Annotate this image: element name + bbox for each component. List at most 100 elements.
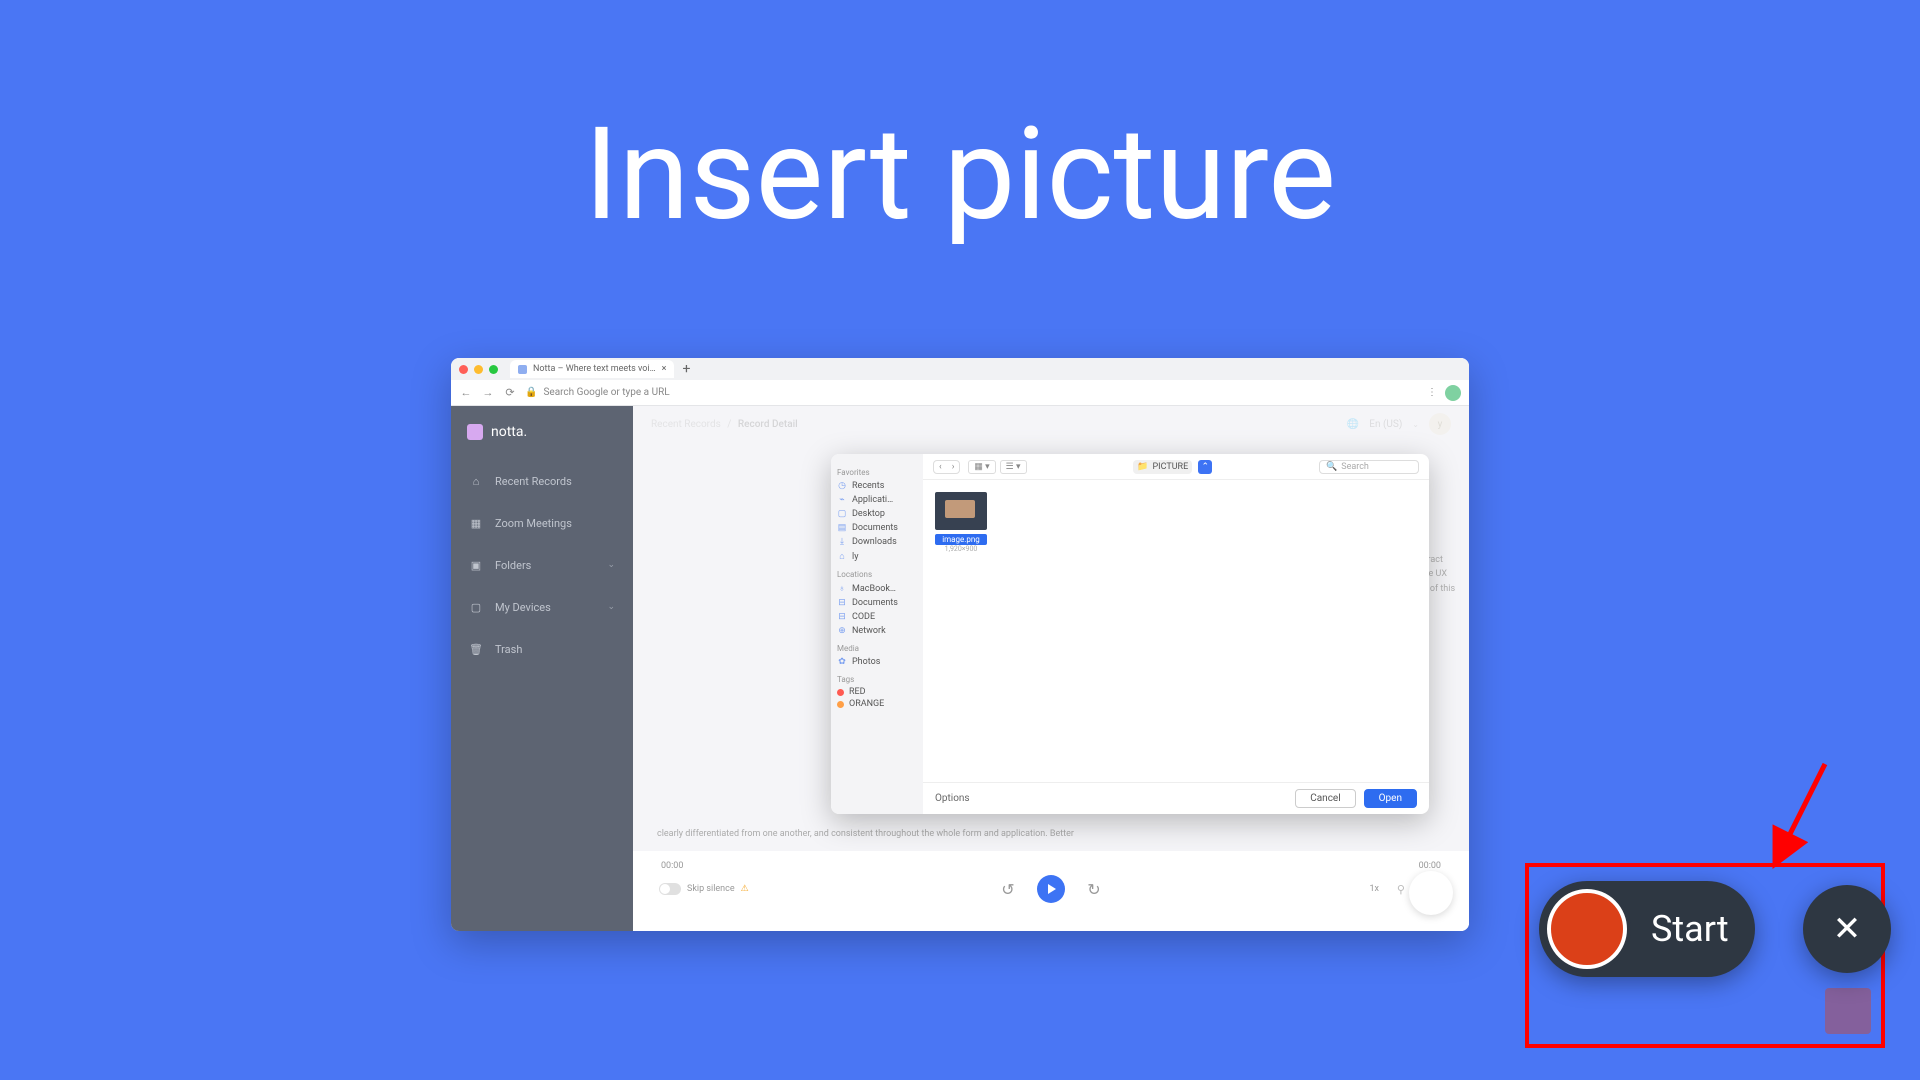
view-groups-button[interactable]: ☰ ▾ (1000, 460, 1027, 474)
close-icon: ✕ (1833, 909, 1862, 949)
content-area: Recent Records / Record Detail 🌐 En (US)… (633, 406, 1469, 931)
search-icon: 🔍 (1326, 462, 1337, 472)
sidebar-section-tags: Tags (837, 675, 917, 684)
maximize-window-icon[interactable] (489, 365, 498, 374)
folder-breadcrumb[interactable]: 📁PICTURE (1133, 460, 1192, 474)
extensions-icon[interactable]: ⋮ (1427, 387, 1437, 398)
fav-ly[interactable]: ⌂ly (837, 549, 917, 564)
trash-icon: 🗑 (469, 642, 483, 656)
nav-back-button[interactable]: ← (459, 386, 473, 399)
loc-documents[interactable]: ⊟Documents (837, 596, 917, 610)
chevron-down-icon: ⌄ (607, 560, 615, 570)
folder-icon: 📁 (1137, 462, 1148, 472)
url-input[interactable]: 🔒 Search Google or type a URL (525, 387, 1419, 398)
annotation-arrow (1771, 760, 1835, 860)
sidebar-item-devices[interactable]: ▢My Devices⌄ (451, 586, 633, 628)
fav-recents[interactable]: ◷Recents (837, 479, 917, 493)
open-button[interactable]: Open (1364, 789, 1417, 808)
reload-button[interactable]: ⟳ (503, 386, 517, 399)
minimize-window-icon[interactable] (474, 365, 483, 374)
device-icon: ▢ (469, 600, 483, 614)
media-photos[interactable]: ✿Photos (837, 655, 917, 669)
picker-footer: Options Cancel Open (923, 782, 1429, 814)
folder-menu-button[interactable]: ⌃ (1198, 460, 1212, 474)
options-button[interactable]: Options (935, 793, 970, 804)
disk-icon: ⊟ (837, 598, 847, 608)
toggle-icon[interactable] (659, 883, 681, 895)
favicon-icon (518, 365, 527, 374)
lock-icon: 🔒 (525, 387, 537, 398)
documents-icon: ▤ (837, 523, 847, 533)
warning-icon: ⚠ (741, 884, 749, 894)
fav-desktop[interactable]: ▢Desktop (837, 507, 917, 521)
brand-icon (467, 424, 483, 440)
playback-rate[interactable]: 1x (1369, 884, 1379, 894)
picker-nav[interactable]: ‹› (933, 460, 960, 474)
close-window-icon[interactable] (459, 365, 468, 374)
chevron-down-icon: ⌄ (607, 602, 615, 612)
tag-red[interactable]: RED (837, 686, 917, 698)
file-item[interactable]: image.png 1,920×900 (935, 492, 987, 553)
loc-macbook[interactable]: ♁MacBook… (837, 581, 917, 596)
tab-close-icon[interactable]: × (662, 364, 667, 374)
profile-avatar[interactable] (1445, 385, 1461, 401)
tag-orange[interactable]: ORANGE (837, 698, 917, 710)
brand-text: notta. (491, 424, 527, 440)
play-button[interactable] (1037, 875, 1065, 903)
picker-file-area[interactable]: image.png 1,920×900 (923, 480, 1429, 782)
fav-documents[interactable]: ▤Documents (837, 521, 917, 535)
record-icon[interactable] (1547, 889, 1627, 969)
page-title: Insert picture (0, 100, 1920, 250)
sidebar-section-favorites: Favorites (837, 468, 917, 477)
start-label: Start (1651, 908, 1747, 950)
sidebar-item-trash[interactable]: 🗑Trash (451, 628, 633, 670)
photos-icon: ✿ (837, 657, 847, 667)
recorder-tray-icon[interactable] (1815, 978, 1881, 1044)
laptop-icon: ♁ (837, 583, 847, 594)
loc-code[interactable]: ⊟CODE (837, 610, 917, 624)
cancel-button[interactable]: Cancel (1295, 789, 1355, 808)
desktop-icon: ▢ (837, 509, 847, 519)
sidebar-section-media: Media (837, 644, 917, 653)
nav-forward-button[interactable]: → (481, 386, 495, 399)
file-name: image.png (935, 534, 987, 545)
rewind-button[interactable]: ↺ (999, 880, 1017, 898)
clock-icon: ◷ (837, 481, 847, 491)
network-icon: ⊕ (837, 626, 847, 636)
tab-title: Notta – Where text meets voi… (533, 364, 656, 374)
sidebar-section-locations: Locations (837, 570, 917, 579)
nav-back-icon[interactable]: ‹ (934, 461, 947, 473)
marker-icon[interactable]: ⚲ (1397, 883, 1405, 896)
nav-forward-icon[interactable]: › (947, 461, 960, 473)
picker-sidebar: Favorites ◷Recents ⌁Applicati… ▢Desktop … (831, 454, 923, 814)
new-tab-button[interactable]: + (674, 361, 698, 377)
fav-applications[interactable]: ⌁Applicati… (837, 493, 917, 507)
browser-tab[interactable]: Notta – Where text meets voi… × (510, 360, 674, 378)
loc-network[interactable]: ⊕Network (837, 624, 917, 638)
picker-search-input[interactable]: 🔍Search (1319, 460, 1419, 474)
tag-dot-icon (837, 701, 844, 708)
url-placeholder: Search Google or type a URL (543, 387, 669, 398)
skip-silence-toggle[interactable]: Skip silence ⚠ (659, 883, 749, 895)
home-icon: ⌂ (469, 474, 483, 488)
floating-action-button[interactable] (1409, 871, 1453, 915)
time-total: 00:00 (1419, 861, 1441, 871)
sidebar-item-zoom[interactable]: ▦Zoom Meetings (451, 502, 633, 544)
picker-toolbar: ‹› ▦ ▾ ☰ ▾ 📁PICTURE ⌃ 🔍Search (923, 454, 1429, 480)
recorder-close-button[interactable]: ✕ (1803, 885, 1891, 973)
window-controls[interactable] (459, 365, 498, 374)
brand-logo[interactable]: notta. (451, 418, 633, 460)
sidebar-item-folders[interactable]: ▣Folders⌄ (451, 544, 633, 586)
view-icons-button[interactable]: ▦ ▾ (968, 460, 995, 474)
forward-button[interactable]: ↻ (1085, 880, 1103, 898)
audio-player: 00:00 00:00 Skip silence ⚠ ↺ ↻ 1x ⚲ ▦ (633, 851, 1469, 931)
sidebar-item-recent[interactable]: ⌂Recent Records (451, 460, 633, 502)
browser-urlbar: ← → ⟳ 🔒 Search Google or type a URL ⋮ (451, 380, 1469, 406)
tag-dot-icon (837, 689, 844, 696)
fav-downloads[interactable]: ⤓Downloads (837, 535, 917, 549)
calendar-icon: ▦ (469, 516, 483, 530)
file-dimensions: 1,920×900 (935, 545, 987, 553)
file-picker-dialog: Favorites ◷Recents ⌁Applicati… ▢Desktop … (831, 454, 1429, 814)
disk-icon: ⊟ (837, 612, 847, 622)
recorder-widget[interactable]: Start (1539, 881, 1755, 977)
